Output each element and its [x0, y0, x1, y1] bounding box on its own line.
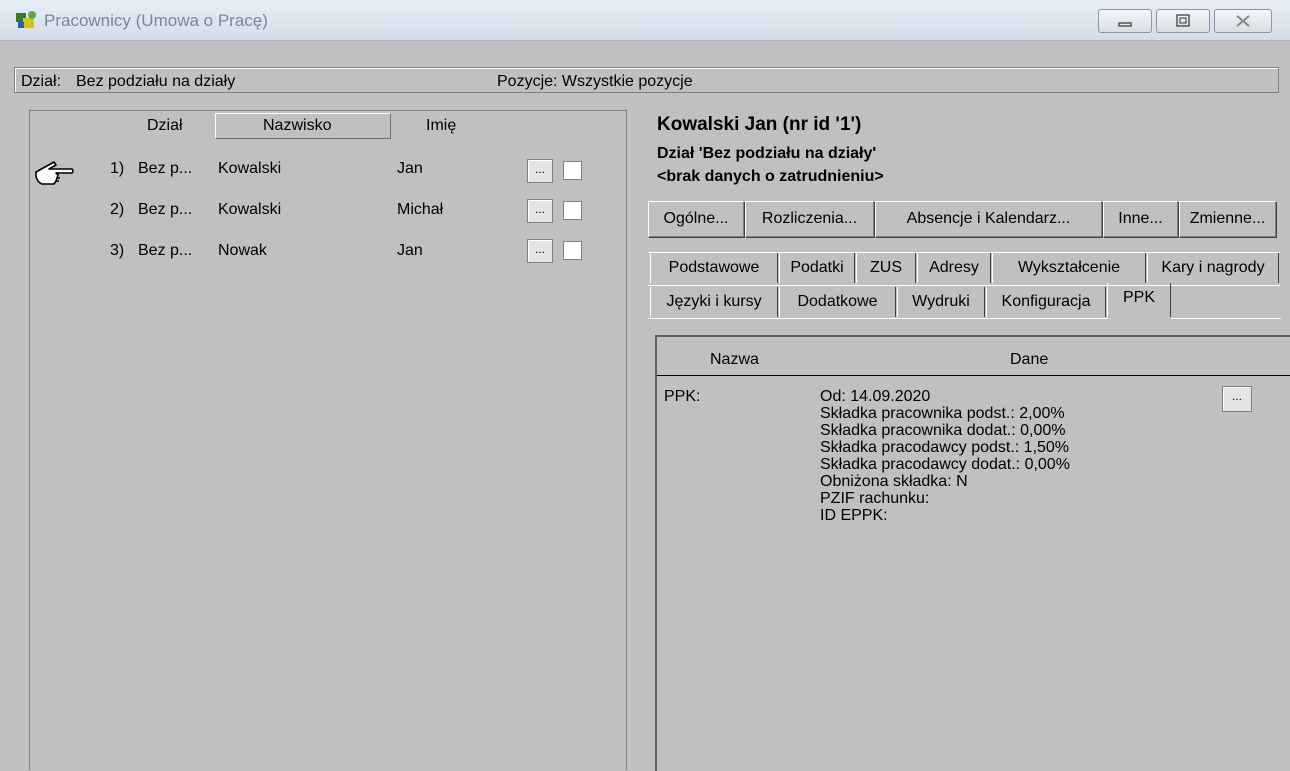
header-divider	[657, 375, 1290, 376]
employee-dept: Dział 'Bez podziału na działy'	[657, 145, 877, 162]
subtab-jezyki-i-kursy[interactable]: Języki i kursy	[650, 287, 778, 317]
ppk-edit-button[interactable]: ...	[1222, 386, 1252, 412]
ppk-data-line: Składka pracownika podst.: 2,00%	[820, 405, 1065, 422]
dzial-value[interactable]: Bez podziału na działy	[76, 73, 235, 91]
subtab-wyksztalcenie[interactable]: Wykształcenie	[992, 253, 1146, 283]
row-details-button[interactable]: ...	[527, 199, 553, 223]
subtab-dodatkowe[interactable]: Dodatkowe	[779, 287, 896, 317]
row-checkbox[interactable]	[563, 241, 582, 260]
minimize-button[interactable]	[1098, 9, 1152, 33]
row-imie[interactable]: Jan	[397, 242, 423, 260]
row-dzial[interactable]: Bez p...	[138, 160, 192, 178]
row-number: 2)	[110, 201, 125, 218]
minimize-icon	[1118, 22, 1132, 27]
row-dzial[interactable]: Bez p...	[138, 201, 192, 219]
dzial-label: Dział:	[21, 73, 62, 90]
tab-bottom-line-right	[1171, 318, 1281, 319]
tab-inne[interactable]: Inne...	[1103, 201, 1178, 237]
row-dzial[interactable]: Bez p...	[138, 242, 192, 260]
row-nazwisko[interactable]: Kowalski	[218, 201, 281, 219]
tab-rozliczenia[interactable]: Rozliczenia...	[745, 201, 874, 237]
tab-bottom-line-left	[648, 318, 1108, 319]
subtab-zus[interactable]: ZUS	[856, 253, 916, 283]
row-details-button[interactable]: ...	[527, 159, 553, 183]
employment-status: <brak danych o zatrudnieniu>	[657, 168, 884, 185]
window-title: Pracownicy (Umowa o Pracę)	[44, 11, 268, 30]
col-header-nazwisko[interactable]: Nazwisko	[263, 117, 331, 135]
close-button[interactable]	[1214, 9, 1272, 33]
tab-ogolne[interactable]: Ogólne...	[648, 201, 744, 237]
subtab-row2-top	[648, 285, 1280, 286]
ppk-data-line: PZIF rachunku:	[820, 490, 930, 507]
subtab-podatki[interactable]: Podatki	[779, 253, 855, 283]
ppk-data-line: Składka pracodawcy podst.: 1,50%	[820, 439, 1070, 456]
col-header-dzial[interactable]: Dział	[147, 117, 183, 135]
ppk-data-line: Składka pracodawcy dodat.: 0,00%	[820, 456, 1070, 473]
employee-name: Kowalski Jan (nr id '1')	[657, 114, 862, 135]
app-icon	[14, 9, 40, 31]
row-number: 3)	[110, 242, 125, 259]
row-imie[interactable]: Jan	[397, 160, 423, 178]
col-header-nazwa: Nazwa	[710, 351, 759, 368]
subtab-wydruki[interactable]: Wydruki	[897, 287, 985, 317]
row-nazwisko[interactable]: Nowak	[218, 242, 267, 260]
maximize-button[interactable]	[1156, 9, 1210, 33]
tab-zmienne[interactable]: Zmienne...	[1179, 201, 1276, 237]
ppk-data-line: Obniżona składka: N	[820, 473, 968, 490]
close-icon	[1236, 15, 1250, 27]
ppk-data-line: Od: 14.09.2020	[820, 388, 931, 405]
subtab-ppk-active[interactable]: PPK	[1107, 283, 1171, 317]
row-details-button[interactable]: ...	[527, 239, 553, 263]
pointing-hand-icon	[34, 158, 76, 193]
row-number: 1)	[110, 160, 125, 177]
ppk-data-line: ID EPPK:	[820, 507, 888, 524]
subtab-podstawowe[interactable]: Podstawowe	[650, 253, 778, 283]
ppk-data-line: Składka pracownika dodat.: 0,00%	[820, 422, 1066, 439]
ppk-row-label: PPK:	[664, 388, 701, 405]
ppk-data-panel	[655, 335, 1290, 771]
restore-icon	[1176, 14, 1190, 27]
subtab-adresy[interactable]: Adresy	[917, 253, 991, 283]
row-nazwisko[interactable]: Kowalski	[218, 160, 281, 178]
col-header-imie[interactable]: Imię	[426, 117, 456, 135]
tab-absencje[interactable]: Absencje i Kalendarz...	[875, 201, 1102, 237]
row-checkbox[interactable]	[563, 161, 582, 180]
pozycje-value[interactable]: Pozycje: Wszystkie pozycje	[497, 73, 693, 91]
subtab-kary-i-nagrody[interactable]: Kary i nagrody	[1147, 253, 1279, 283]
subtab-konfiguracja[interactable]: Konfiguracja	[986, 287, 1106, 317]
row-imie[interactable]: Michał	[397, 201, 443, 219]
row-checkbox[interactable]	[563, 201, 582, 220]
col-header-dane: Dane	[1010, 351, 1049, 368]
